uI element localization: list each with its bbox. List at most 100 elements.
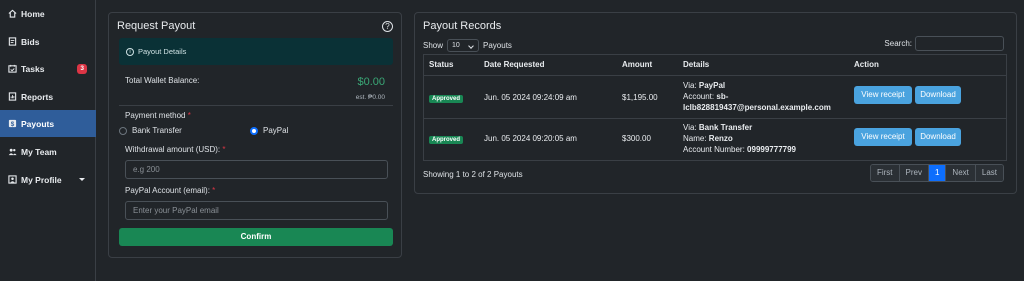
details-key: Via:: [683, 123, 697, 132]
home-icon: [7, 9, 17, 19]
payouts-icon: $: [7, 119, 17, 129]
details-line: Name: Renzo: [683, 134, 733, 143]
balance-estimate: est. ₱0.00: [355, 94, 385, 101]
details-value: 09999777799: [747, 145, 796, 154]
sidebar-item-label: Tasks: [21, 63, 45, 74]
divider: [119, 105, 393, 106]
tasks-count-badge: 3: [77, 64, 87, 74]
details-key: Name:: [683, 134, 707, 143]
sidebar-item-tasks[interactable]: Tasks 3: [0, 55, 96, 82]
info-alert: i Payout Details: [119, 38, 393, 65]
card-title: Request Payout: [117, 20, 196, 32]
pagination: First Prev 1 Next Last: [869, 164, 1004, 182]
details-value: Bank Transfer: [698, 123, 753, 132]
download-button[interactable]: Download: [915, 128, 961, 146]
column-header-date[interactable]: Date Requested: [484, 55, 544, 75]
sidebar-item-bids[interactable]: Bids: [0, 28, 96, 55]
column-header-amount[interactable]: Amount: [622, 55, 652, 75]
pagination-last[interactable]: Last: [975, 165, 1003, 181]
sidebar-item-label: Payouts: [21, 118, 55, 129]
page-length-select[interactable]: 10: [447, 39, 480, 52]
details-line: Account: sb-: [683, 92, 728, 101]
radio-paypal[interactable]: PayPal: [250, 126, 288, 135]
page-length-value: 10: [452, 42, 460, 49]
search-input[interactable]: [915, 36, 1004, 51]
sidebar-item-payouts[interactable]: $ Payouts: [0, 110, 96, 137]
confirm-button[interactable]: Confirm: [119, 228, 393, 246]
required-mark: *: [212, 186, 216, 195]
bids-icon: [7, 37, 17, 47]
payout-records-card: Payout Records Show 10 Payouts Search: S…: [414, 12, 1017, 194]
payment-method-label-text: Payment method: [125, 111, 186, 120]
help-icon[interactable]: ?: [382, 21, 393, 32]
reports-icon: [7, 92, 17, 102]
radio-button[interactable]: [250, 126, 258, 135]
details-value: PayPal: [698, 81, 726, 90]
column-header-details[interactable]: Details: [683, 55, 709, 75]
details-line: Via: PayPal: [683, 81, 725, 90]
pagination-next[interactable]: Next: [946, 165, 976, 181]
info-icon: i: [126, 47, 134, 56]
details-line: lclb828819437@personal.example.com: [683, 103, 831, 112]
search-label: Search:: [884, 39, 912, 48]
withdrawal-amount-input[interactable]: [125, 160, 388, 179]
withdrawal-amount-label-text: Withdrawal amount (USD):: [125, 145, 221, 154]
details-value: Renzo: [708, 134, 733, 143]
date-cell: Jun. 05 2024 09:20:05 am: [484, 134, 577, 143]
required-mark: *: [187, 111, 191, 120]
radio-bank-transfer[interactable]: Bank Transfer: [119, 126, 182, 135]
sidebar-item-home[interactable]: Home: [0, 0, 96, 27]
sidebar-item-reports[interactable]: Reports: [0, 83, 96, 110]
paypal-email-input[interactable]: [125, 201, 388, 220]
view-receipt-button[interactable]: View receipt: [854, 128, 912, 146]
sidebar-item-label: Home: [21, 8, 45, 19]
radio-button[interactable]: [119, 126, 127, 135]
sidebar-item-label: My Team: [21, 146, 57, 157]
withdrawal-amount-label: Withdrawal amount (USD): *: [125, 145, 226, 154]
details-key: Account:: [683, 92, 715, 101]
sidebar-item-my-profile[interactable]: My Profile: [0, 166, 96, 193]
sidebar-item-label: My Profile: [21, 174, 62, 185]
team-icon: [7, 147, 17, 157]
status-badge: Approved: [429, 95, 464, 103]
chevron-down-icon[interactable]: [79, 178, 85, 181]
amount-cell: $300.00: [622, 134, 651, 143]
table-info: Showing 1 to 2 of 2 Payouts: [423, 170, 523, 179]
svg-text:$: $: [10, 121, 14, 128]
show-suffix: Payouts: [483, 41, 512, 50]
request-payout-card: Request Payout ? i Payout Details Total …: [108, 12, 402, 258]
details-value: sb-: [716, 92, 729, 101]
column-header-action[interactable]: Action: [854, 55, 879, 75]
sidebar-item-my-team[interactable]: My Team: [0, 138, 96, 165]
amount-cell: $1,195.00: [622, 93, 658, 102]
details-key: Account Number:: [683, 145, 745, 154]
sidebar: Home Bids Tasks 3 Reports $ Payouts My T…: [0, 0, 96, 281]
pagination-page-1[interactable]: 1: [928, 165, 947, 181]
balance-label: Total Wallet Balance:: [125, 76, 200, 85]
balance-value: $0.00: [357, 76, 385, 88]
details-line: Account Number: 09999777799: [683, 145, 796, 154]
show-label: Show: [423, 41, 444, 50]
page-length-control: Show 10 Payouts: [423, 39, 512, 52]
required-mark: *: [222, 145, 226, 154]
info-alert-text: Payout Details: [138, 47, 187, 56]
column-header-status[interactable]: Status: [429, 55, 453, 75]
pagination-prev[interactable]: Prev: [899, 165, 929, 181]
payment-method-label: Payment method *: [125, 111, 191, 120]
radio-label: Bank Transfer: [132, 126, 182, 135]
pagination-first[interactable]: First: [870, 165, 900, 181]
profile-icon: [7, 175, 17, 185]
row-divider: [424, 118, 1006, 119]
details-key: Via:: [683, 81, 697, 90]
paypal-email-label-text: PayPal Account (email):: [125, 186, 210, 195]
view-receipt-button[interactable]: View receipt: [854, 86, 912, 104]
date-cell: Jun. 05 2024 09:24:09 am: [484, 93, 577, 102]
payouts-table: Status Date Requested Amount Details Act…: [423, 54, 1007, 161]
paypal-email-label: PayPal Account (email): *: [125, 186, 215, 195]
download-button[interactable]: Download: [915, 86, 961, 104]
status-badge: Approved: [429, 136, 464, 144]
row-divider: [424, 75, 1006, 76]
details-line: Via: Bank Transfer: [683, 123, 752, 132]
sidebar-item-label: Bids: [21, 36, 40, 47]
card-title: Payout Records: [423, 20, 502, 32]
